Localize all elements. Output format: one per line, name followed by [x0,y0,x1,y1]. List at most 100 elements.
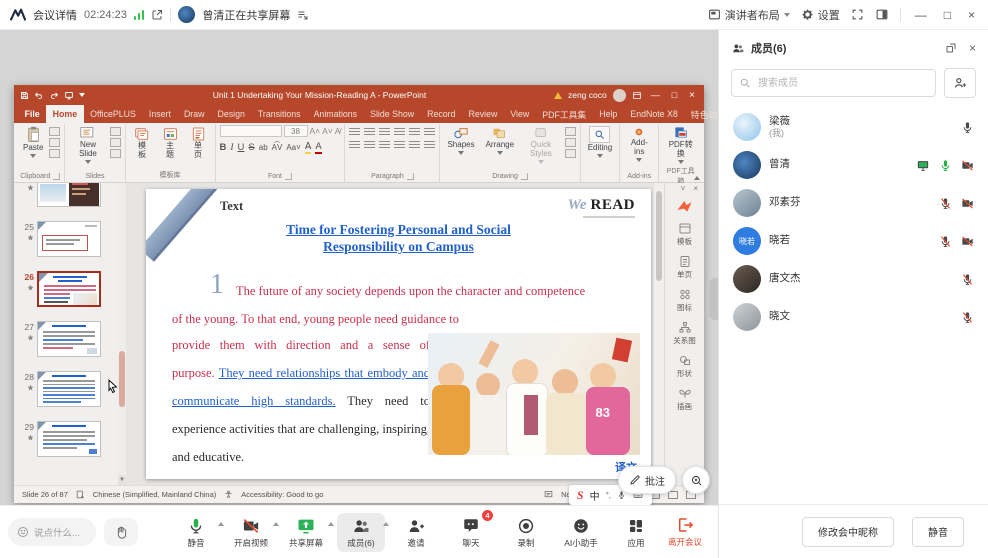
member-row-xiaoruo[interactable]: 晓若 晓若 [719,222,988,260]
raise-hand-button[interactable] [104,518,138,546]
slide-scrollbar[interactable] [653,183,664,485]
columns-icon[interactable] [409,141,420,150]
rename-button[interactable]: 修改会中昵称 [802,517,894,547]
format-painter-icon[interactable] [49,149,60,158]
sidebar-tool-template[interactable]: 模板 [677,223,692,247]
tab-officeplus[interactable]: OfficePLUS [84,105,143,123]
dialog-launcher-icon[interactable] [407,173,414,180]
increase-indent-icon[interactable] [394,128,405,137]
thumbnail-row-29[interactable]: 29 [16,421,118,457]
share-screen-button[interactable]: 共享屏幕 [282,513,330,552]
chat-button[interactable]: 聊天 4 [447,513,495,552]
tab-view[interactable]: View [504,105,536,123]
ai-assistant-button[interactable]: AI小助手 [557,513,605,552]
popout-panel-icon[interactable] [945,42,957,54]
add-member-button[interactable] [944,68,976,98]
single-page-button[interactable]: 单页 [188,126,209,161]
mic-muted-icon[interactable] [939,197,952,210]
notes-icon[interactable] [544,490,553,499]
thumbnail-row-27[interactable]: 27 [16,321,118,357]
slide-thumbnail[interactable] [37,371,101,407]
slide-thumbnail-panel[interactable]: 24 25 [14,183,118,485]
share-export-icon[interactable] [151,9,163,21]
slide-canvas-area[interactable]: Text WeREAD Time for Fostering Personal … [126,183,653,485]
addins-button[interactable]: Add-ins [624,125,654,163]
justify-icon[interactable] [394,141,405,150]
collapse-ribbon-icon[interactable] [694,176,700,180]
meeting-details-button[interactable]: 会议详情 [33,7,77,23]
slide-thumbnail[interactable] [37,221,101,257]
shape-effects-icon[interactable] [565,149,576,158]
tab-home[interactable]: Home [46,105,83,123]
align-center-icon[interactable] [364,141,375,150]
accessibility-icon[interactable] [224,490,233,499]
members-button[interactable]: 成员(6) [337,513,385,552]
mute-member-button[interactable]: 静音 [912,517,964,547]
template-button[interactable]: 模板 [132,126,153,161]
thumbnail-scrollbar[interactable]: ▼ [118,183,126,485]
slide-thumbnail-current[interactable] [37,271,101,307]
sidebar-close-icon[interactable]: × [693,184,698,193]
ppt-close-button[interactable]: × [686,90,698,101]
align-left-icon[interactable] [349,141,360,150]
smartart-icon[interactable] [424,141,435,150]
italic-button[interactable]: I [230,143,233,153]
ime-punctuation[interactable]: °, [606,491,611,500]
member-row-dengsufen[interactable]: 邓素芬 [719,184,988,222]
member-row-xiaowen[interactable]: 晓文 [719,298,988,336]
pdf-convert-button[interactable]: PDF转换 [663,125,698,165]
mute-button[interactable]: 静音 [172,513,220,552]
shadow-button[interactable]: ab [259,143,268,152]
thumbnail-row-26-selected[interactable]: 26 [16,271,118,307]
qat-more-icon[interactable] [79,93,85,97]
slide-scrollbar-thumb[interactable] [656,191,662,281]
font-name-combobox[interactable] [220,125,282,137]
bullets-icon[interactable] [349,128,360,137]
mic-muted-icon[interactable] [939,235,952,248]
accessibility-status[interactable]: Accessibility: Good to go [241,490,323,499]
bold-button[interactable]: B [220,142,227,153]
tab-animations[interactable]: Animations [307,105,364,123]
language-status[interactable]: Chinese (Simplified, Mainland China) [93,490,216,499]
panel-collapse-handle[interactable] [709,278,718,320]
start-video-button[interactable]: 开启视频 [227,513,275,552]
char-spacing-button[interactable]: A︠V︡ [272,143,283,152]
font-color-button[interactable]: A [315,141,321,154]
thumbnail-row-24[interactable]: 24 [16,183,118,207]
mic-muted-icon[interactable] [961,311,974,324]
dialog-launcher-icon[interactable] [521,173,528,180]
sogou-logo[interactable]: S [577,488,584,503]
tab-slideshow[interactable]: Slide Show [364,105,421,123]
sidebar-tool-icons[interactable]: 图标 [677,289,692,313]
undo-icon[interactable] [34,91,44,100]
sidebar-tool-diagram[interactable]: 关系图 [673,322,696,346]
slide-thumbnail[interactable] [37,183,101,207]
annotate-button[interactable]: 批注 [618,466,676,494]
tab-insert[interactable]: Insert [142,105,177,123]
line-spacing-icon[interactable] [409,128,420,137]
font-size-combobox[interactable]: 38 [284,125,308,137]
camera-off-icon[interactable] [961,159,974,172]
slide-layout-icon[interactable] [110,127,121,136]
quick-styles-button[interactable]: Quick Styles [522,125,560,165]
thumbnail-row-25[interactable]: 25 [16,221,118,257]
member-row-tangwenjie[interactable]: 唐文杰 [719,260,988,298]
sidebar-collapse-icon[interactable]: ˅ [681,184,686,193]
ppt-restore-button[interactable]: □ [669,90,680,100]
theme-button[interactable]: 主题 [160,126,181,161]
copy-icon[interactable] [49,138,60,147]
current-slide[interactable]: Text WeREAD Time for Fostering Personal … [146,189,651,479]
sharer-list-icon[interactable] [297,9,309,21]
start-slideshow-icon[interactable] [64,91,74,100]
strikethrough-button[interactable]: S [248,142,254,153]
dialog-launcher-icon[interactable] [53,173,60,180]
thumbnail-row-28[interactable]: 28 [16,371,118,407]
arrange-button[interactable]: Arrange [483,125,517,156]
change-case-button[interactable]: Aa˅ [286,143,300,152]
cut-icon[interactable] [49,127,60,136]
leave-meeting-button[interactable]: 离开会议 [668,516,710,548]
layout-switch-button[interactable]: 演讲者布局 [708,7,790,23]
maximize-button[interactable]: □ [941,8,954,22]
sharing-screen-icon[interactable] [916,159,930,172]
close-panel-icon[interactable]: × [969,41,976,55]
